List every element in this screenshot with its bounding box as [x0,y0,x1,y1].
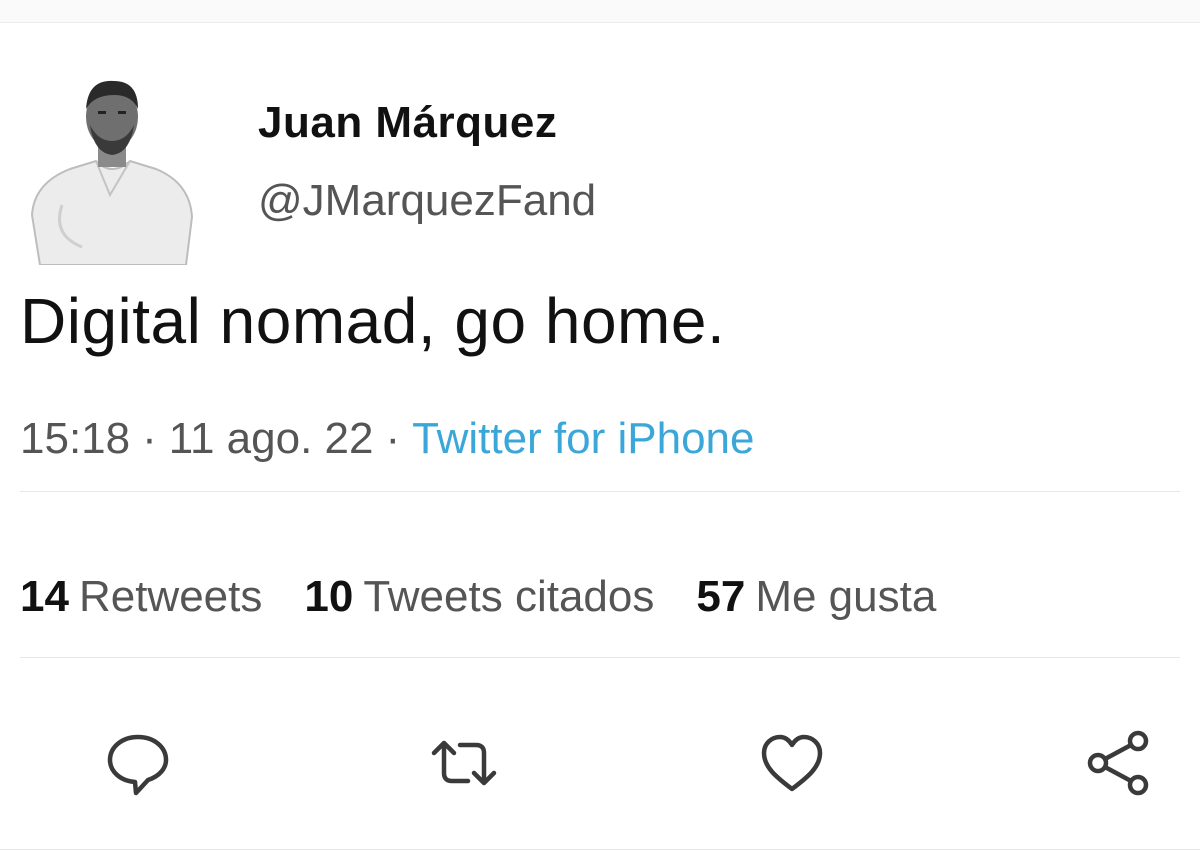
avatar-photo-icon [30,80,194,266]
quotes-label: Tweets citados [363,572,655,621]
speech-bubble-icon [107,734,169,796]
likes-count: 57 [696,572,746,621]
like-button[interactable] [752,723,832,803]
avatar[interactable] [22,65,200,266]
retweet-arrows-icon [431,740,497,786]
divider [20,657,1180,658]
share-button[interactable] [1080,723,1160,803]
divider [20,491,1180,492]
tweet-source-link[interactable]: Twitter for iPhone [412,414,754,463]
tweet-text: Digital nomad, go home. [20,285,726,357]
tweet-meta: 15:18 · 11 ago. 22 · Twitter for iPhone [20,413,755,465]
share-nodes-icon [1087,730,1149,796]
retweet-button[interactable] [424,723,504,803]
author-handle[interactable]: @JMarquezFand [258,175,596,227]
retweets-label: Retweets [78,572,263,621]
tweet-actions [0,723,1200,813]
bottom-divider [0,849,1200,850]
retweets-stat[interactable]: 14 Retweets [20,571,262,623]
author-block: Juan Márquez @JMarquezFand [258,97,596,227]
quotes-stat[interactable]: 10 Tweets citados [304,571,654,623]
tweet-date[interactable]: 11 ago. 22 [169,414,374,463]
retweets-count: 14 [20,572,69,621]
likes-stat[interactable]: 57 Me gusta [696,571,936,623]
heart-icon [761,734,823,792]
tweet-card: Juan Márquez @JMarquezFand Digital nomad… [0,23,1200,867]
author-display-name[interactable]: Juan Márquez [258,97,596,149]
quotes-count: 10 [304,572,354,621]
meta-separator: · [385,414,401,463]
reply-button[interactable] [98,723,178,803]
tweet-time[interactable]: 15:18 [20,414,130,463]
likes-label: Me gusta [755,572,937,621]
top-divider [0,0,1200,23]
meta-separator: · [142,414,157,463]
tweet-stats: 14 Retweets 10 Tweets citados 57 Me gusta [20,571,978,623]
